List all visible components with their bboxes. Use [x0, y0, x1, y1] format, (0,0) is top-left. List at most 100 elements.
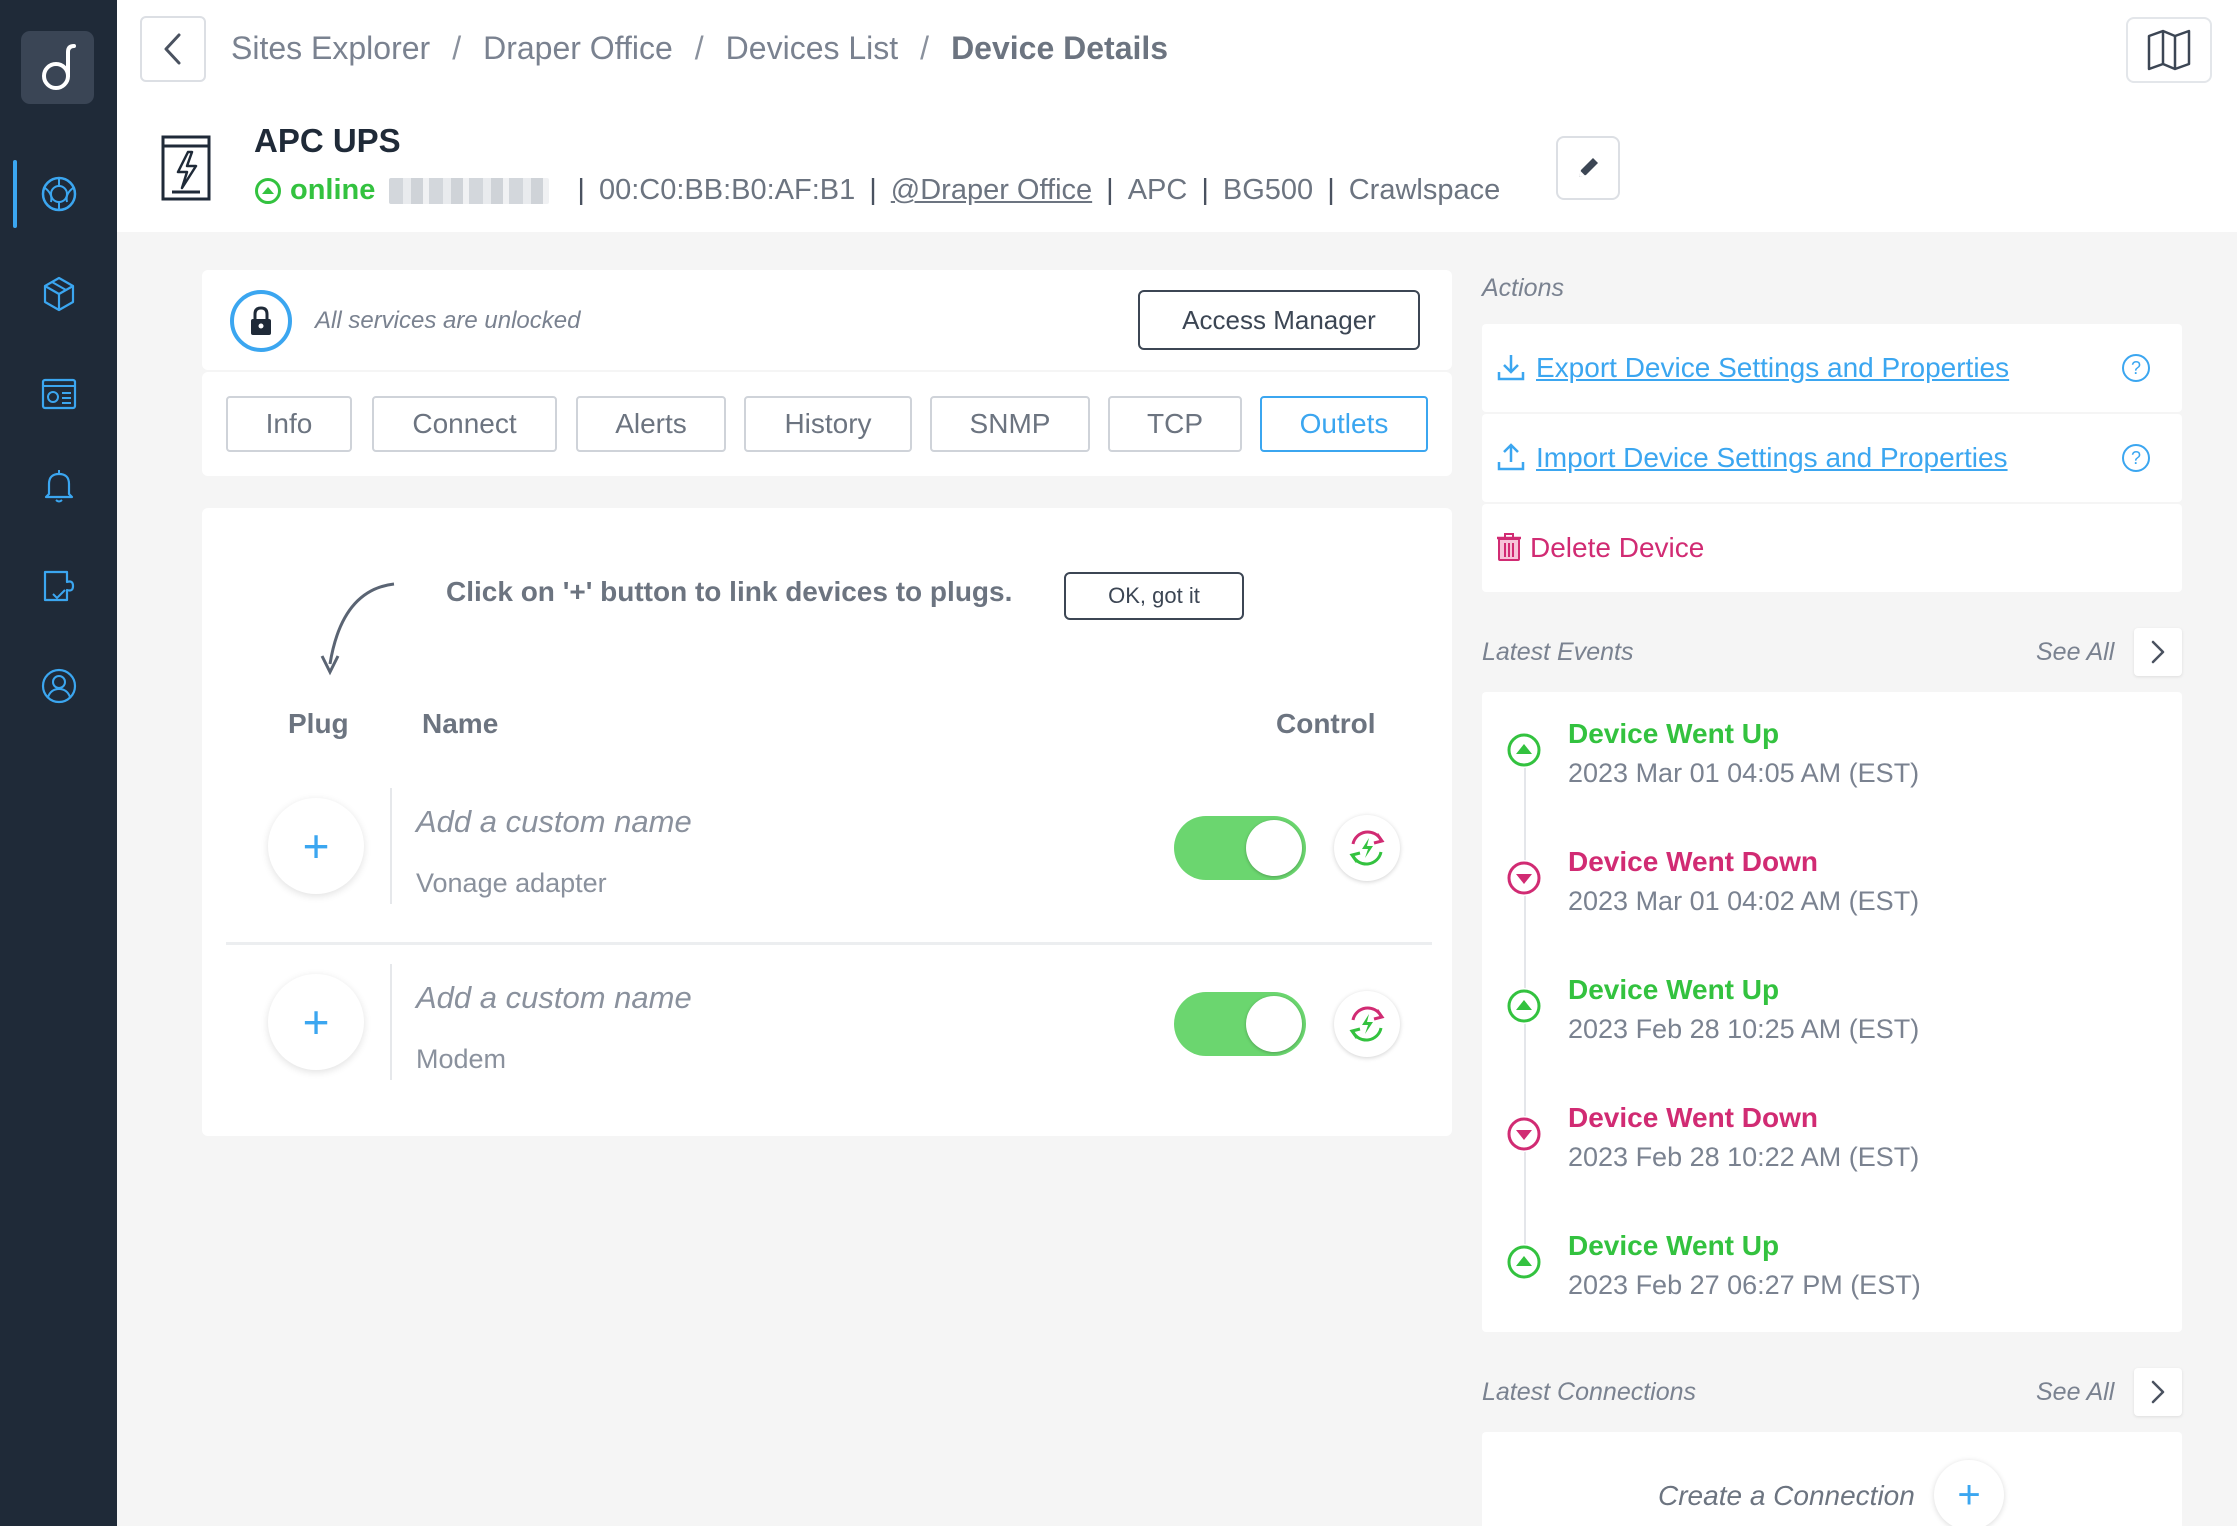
event-item[interactable]: Device Went Up 2023 Feb 27 06:27 PM (EST…: [1482, 1204, 2182, 1332]
event-item[interactable]: Device Went Down 2023 Feb 28 10:22 AM (E…: [1482, 1076, 2182, 1204]
event-up-icon: [1506, 732, 1542, 768]
tab-info[interactable]: Info: [226, 396, 352, 452]
latest-connections-label: Latest Connections: [1482, 1378, 1697, 1406]
event-time: 2023 Feb 28 10:25 AM (EST): [1568, 1014, 1920, 1044]
help-docs-button[interactable]: [2126, 17, 2212, 83]
chevron-right-icon: [2151, 640, 2165, 664]
breadcrumb-separator: /: [694, 30, 704, 66]
connections-see-all-link[interactable]: See All: [2036, 1378, 2114, 1407]
event-down-icon: [1506, 1116, 1542, 1152]
event-time: 2023 Feb 27 06:27 PM (EST): [1568, 1270, 1921, 1300]
outlet-device-name: Vonage adapter: [416, 868, 607, 898]
event-up-icon: [1506, 988, 1542, 1024]
outlets-hint: Click on '+' button to link devices to p…: [446, 576, 1013, 607]
tab-snmp[interactable]: SNMP: [930, 396, 1090, 452]
column-plug: Plug: [288, 708, 349, 739]
logo-d-icon: [41, 43, 76, 90]
latest-events-list: Device Went Up 2023 Mar 01 04:05 AM (EST…: [1482, 692, 2182, 1332]
connections-see-all-button[interactable]: [2134, 1368, 2182, 1416]
create-connection-plus-button[interactable]: +: [1934, 1460, 2004, 1526]
question-icon[interactable]: ?: [2122, 354, 2150, 382]
custom-name-input[interactable]: Add a custom name: [416, 804, 692, 840]
tab-history[interactable]: History: [744, 396, 912, 452]
breadcrumb-devices-list[interactable]: Devices List: [726, 30, 899, 67]
delete-device-button[interactable]: Delete Device: [1530, 532, 1704, 564]
power-cycle-button[interactable]: [1334, 991, 1400, 1057]
puzzle-icon: [43, 570, 74, 602]
sidebar-item-integrations[interactable]: [0, 552, 117, 620]
globe-icon: [41, 176, 76, 212]
sidebar-item-alerts[interactable]: [0, 452, 117, 520]
pencil-icon: [1579, 158, 1598, 177]
breadcrumb-sites-explorer[interactable]: Sites Explorer: [231, 30, 430, 67]
power-cycle-icon: [1349, 1006, 1385, 1042]
outlet-power-toggle[interactable]: [1174, 992, 1306, 1056]
outlet-device-name: Modem: [416, 1044, 507, 1074]
tab-outlets[interactable]: Outlets: [1260, 396, 1428, 452]
tab-connect[interactable]: Connect: [372, 396, 557, 452]
events-see-all-button[interactable]: [2134, 628, 2182, 676]
breadcrumb: Sites Explorer / Draper Office / Devices…: [231, 30, 1168, 67]
ups-device-icon: [160, 134, 212, 207]
device-location: Crawlspace: [1348, 174, 1501, 206]
device-name: APC UPS: [254, 122, 401, 159]
export-settings-link[interactable]: Export Device Settings and Properties: [1536, 352, 2009, 384]
outlet-power-toggle[interactable]: [1174, 816, 1306, 880]
breadcrumb-separator: /: [452, 30, 462, 66]
event-title: Device Went Down: [1568, 1102, 1818, 1133]
upload-icon: [1497, 443, 1525, 471]
event-down-icon: [1506, 860, 1542, 896]
breadcrumb-current: Device Details: [951, 30, 1169, 66]
cube-icon: [43, 276, 74, 312]
tab-alerts[interactable]: Alerts: [576, 396, 726, 452]
custom-name-input[interactable]: Add a custom name: [416, 980, 692, 1016]
breadcrumb-site[interactable]: Draper Office: [483, 30, 673, 67]
link-device-plus-button[interactable]: +: [268, 974, 364, 1070]
access-manager-button[interactable]: Access Manager: [1138, 290, 1420, 350]
event-up-icon: [1506, 1244, 1542, 1280]
column-name: Name: [422, 708, 499, 739]
latest-events-label: Latest Events: [1482, 638, 1634, 666]
sidebar-item-account[interactable]: [0, 652, 117, 720]
trash-icon: [1497, 533, 1521, 561]
event-item[interactable]: Device Went Up 2023 Feb 28 10:25 AM (EST…: [1482, 948, 2182, 1076]
tab-tcp[interactable]: TCP: [1108, 396, 1242, 452]
unlock-icon: [230, 290, 292, 352]
event-title: Device Went Down: [1568, 846, 1818, 877]
chevron-left-icon: [164, 33, 181, 65]
event-item[interactable]: Device Went Up 2023 Mar 01 04:05 AM (EST…: [1482, 692, 2182, 820]
dashboard-icon: [41, 378, 76, 410]
create-connection-label[interactable]: Create a Connection: [1658, 1480, 1915, 1512]
event-title: Device Went Up: [1568, 718, 1780, 749]
sidebar-item-devices[interactable]: [0, 260, 117, 328]
link-device-plus-button[interactable]: +: [268, 798, 364, 894]
delete-device-card: Delete Device: [1482, 504, 2182, 592]
outlet-row: + Add a custom name Vonage adapter: [226, 770, 1432, 945]
edit-device-button[interactable]: [1556, 136, 1620, 200]
device-status: online: [290, 174, 376, 206]
power-cycle-button[interactable]: [1334, 815, 1400, 881]
events-see-all-link[interactable]: See All: [2036, 638, 2114, 667]
event-item[interactable]: Device Went Down 2023 Mar 01 04:02 AM (E…: [1482, 820, 2182, 948]
question-icon[interactable]: ?: [2122, 444, 2150, 472]
sidebar-item-dashboard[interactable]: [0, 360, 117, 428]
event-time: 2023 Mar 01 04:05 AM (EST): [1568, 758, 1920, 788]
bell-icon: [44, 470, 73, 503]
sidebar: [0, 0, 117, 1526]
redacted-ip: [389, 177, 550, 204]
device-site-link[interactable]: @Draper Office: [891, 174, 1092, 207]
device-mac: 00:C0:BB:B0:AF:B1: [598, 174, 856, 206]
device-meta: online | 00:C0:BB:B0:AF:B1 | @Draper Off…: [254, 174, 1500, 207]
ok-got-it-button[interactable]: OK, got it: [1064, 572, 1244, 620]
event-time: 2023 Mar 01 04:02 AM (EST): [1568, 886, 1920, 916]
curved-arrow-icon: [320, 582, 395, 676]
lock-status-text: All services are unlocked: [315, 307, 581, 334]
status-up-icon: [255, 177, 281, 204]
create-connection-card: Create a Connection +: [1482, 1432, 2182, 1526]
sidebar-item-sites[interactable]: [0, 160, 117, 228]
import-settings-link[interactable]: Import Device Settings and Properties: [1536, 442, 2008, 474]
actions-label: Actions: [1482, 274, 1564, 302]
device-model: BG500: [1222, 174, 1314, 206]
app-logo[interactable]: [21, 31, 94, 104]
back-button[interactable]: [140, 16, 206, 82]
